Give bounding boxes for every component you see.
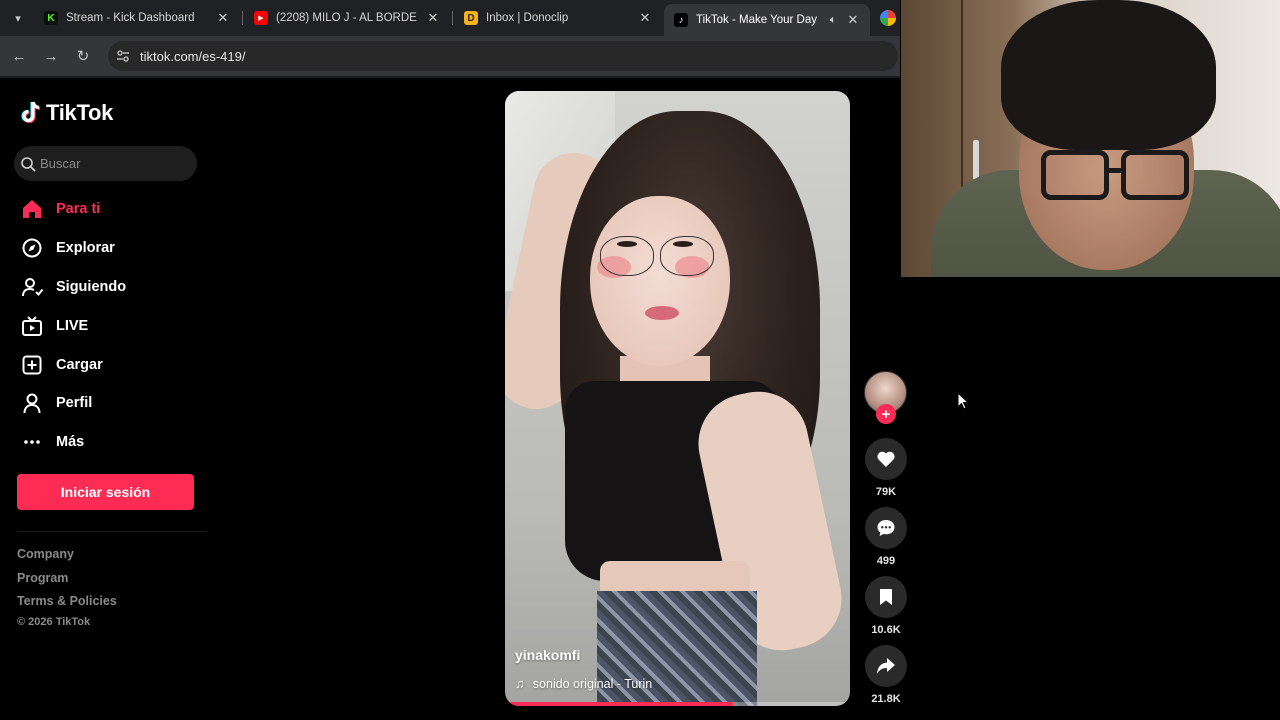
tiktok-logo[interactable]: TikTok bbox=[20, 100, 113, 126]
like-count: 79K bbox=[875, 486, 897, 498]
youtube-favicon-icon: ▶ bbox=[254, 11, 268, 25]
tiktok-wordmark: TikTok bbox=[46, 100, 114, 125]
search-box[interactable] bbox=[14, 146, 197, 181]
share-count: 21.8K bbox=[871, 693, 901, 705]
tab-close-icon[interactable]: ✕ bbox=[638, 10, 652, 26]
home-icon bbox=[20, 197, 44, 221]
heart-icon bbox=[877, 451, 895, 467]
following-icon bbox=[20, 275, 44, 299]
browser-tab-kick[interactable]: K Stream - Kick Dashboard ✕ bbox=[34, 4, 240, 32]
login-button[interactable]: Iniciar sesión bbox=[17, 474, 194, 510]
video-player[interactable]: yinakomfi ♫ sonido original - Turin bbox=[505, 91, 850, 706]
browser-tab-youtube[interactable]: ▶ (2208) MILO J - AL BORDE (Vide ✕ bbox=[244, 4, 450, 32]
url-text: tiktok.com/es-419/ bbox=[140, 48, 246, 64]
copyright-text: © 2026 TikTok bbox=[17, 616, 91, 628]
save-count: 10.6K bbox=[871, 624, 901, 636]
video-music[interactable]: ♫ sonido original - Turin bbox=[515, 676, 652, 691]
comment-count: 499 bbox=[876, 555, 896, 567]
browser-tab-donoclip[interactable]: D Inbox | Donoclip ✕ bbox=[454, 4, 662, 32]
tiktok-note-icon bbox=[21, 101, 41, 124]
back-icon[interactable]: ← bbox=[9, 46, 29, 66]
nav-item-siguiendo[interactable]: Siguiendo bbox=[20, 275, 126, 299]
webcam-glasses-lens bbox=[1121, 150, 1189, 200]
share-arrow-icon bbox=[877, 658, 895, 674]
toolbar-divider bbox=[0, 76, 900, 78]
kick-favicon-icon: K bbox=[44, 11, 58, 25]
google-favicon-icon[interactable] bbox=[880, 10, 896, 26]
comment-icon bbox=[877, 520, 895, 536]
music-note-icon: ♫ bbox=[515, 676, 525, 691]
tiktok-favicon-icon: ♪ bbox=[674, 13, 688, 27]
tab-title: (2208) MILO J - AL BORDE (Vide bbox=[276, 12, 420, 24]
video-progress-bar[interactable] bbox=[505, 702, 850, 706]
nav-label: Siguiendo bbox=[56, 279, 127, 295]
profile-icon bbox=[20, 391, 44, 415]
nav-label: Más bbox=[56, 434, 85, 450]
nav-label: Cargar bbox=[56, 357, 103, 373]
webcam-glasses-lens bbox=[1041, 150, 1109, 200]
sidebar-divider bbox=[17, 531, 207, 532]
tab-title: Inbox | Donoclip bbox=[486, 12, 569, 24]
video-username[interactable]: yinakomfi bbox=[515, 647, 580, 663]
video-figure-face bbox=[590, 196, 730, 366]
nav-label: LIVE bbox=[56, 318, 89, 334]
footer-link-company[interactable]: Company bbox=[17, 547, 74, 561]
follow-plus-icon[interactable]: + bbox=[876, 404, 896, 424]
search-icon bbox=[21, 156, 36, 171]
webcam-glasses-bridge bbox=[1106, 168, 1122, 173]
nav-item-mas[interactable]: Más bbox=[20, 430, 84, 454]
video-figure-lips bbox=[645, 306, 679, 320]
forward-icon[interactable]: → bbox=[41, 46, 61, 66]
reload-icon[interactable]: ↻ bbox=[73, 46, 93, 66]
nav-item-live[interactable]: LIVE bbox=[20, 314, 88, 338]
nav-item-para-ti[interactable]: Para ti bbox=[20, 197, 100, 221]
footer-link-terms[interactable]: Terms & Policies bbox=[17, 594, 117, 608]
tab-audio-icon[interactable]: 🔈︎ bbox=[826, 14, 840, 27]
tab-separator bbox=[242, 11, 243, 25]
tab-close-icon[interactable]: ✕ bbox=[216, 10, 230, 26]
bookmark-icon bbox=[880, 589, 892, 605]
compass-icon bbox=[20, 236, 44, 260]
browser-tab-tiktok[interactable]: ♪ TikTok - Make Your Day 🔈︎ ✕ bbox=[664, 4, 870, 36]
video-figure-glasses bbox=[600, 236, 654, 276]
tab-title: TikTok - Make Your Day bbox=[696, 14, 818, 26]
footer-link-program[interactable]: Program bbox=[17, 571, 68, 585]
video-figure-glasses bbox=[660, 236, 714, 276]
webcam-person-hair bbox=[1001, 0, 1216, 150]
upload-icon bbox=[20, 353, 44, 377]
comment-button[interactable] bbox=[865, 507, 907, 549]
browser-tab-bar: ▾ K Stream - Kick Dashboard ✕ ▶ (2208) M… bbox=[0, 0, 900, 36]
share-button[interactable] bbox=[865, 645, 907, 687]
tab-close-icon[interactable]: ✕ bbox=[426, 10, 440, 26]
save-button[interactable] bbox=[865, 576, 907, 618]
mouse-cursor-icon bbox=[957, 392, 969, 410]
browser-toolbar: ← → ↻ tiktok.com/es-419/ bbox=[0, 36, 900, 76]
tab-separator bbox=[452, 11, 453, 25]
nav-item-cargar[interactable]: Cargar bbox=[20, 353, 103, 377]
like-button[interactable] bbox=[865, 438, 907, 480]
search-input[interactable] bbox=[40, 156, 180, 171]
nav-label: Para ti bbox=[56, 201, 101, 217]
nav-item-explorar[interactable]: Explorar bbox=[20, 236, 115, 260]
music-title: sonido original - Turin bbox=[532, 676, 653, 691]
webcam-door-handle bbox=[973, 140, 979, 180]
address-bar[interactable]: tiktok.com/es-419/ bbox=[108, 41, 898, 71]
video-progress-fill bbox=[505, 702, 733, 706]
nav-label: Explorar bbox=[56, 240, 115, 256]
tab-search-chevron-icon[interactable]: ▾ bbox=[8, 8, 28, 28]
site-settings-icon[interactable] bbox=[116, 49, 130, 63]
webcam-overlay bbox=[901, 0, 1280, 277]
live-tv-icon bbox=[20, 314, 44, 338]
nav-label: Perfil bbox=[56, 395, 93, 411]
nav-item-perfil[interactable]: Perfil bbox=[20, 391, 92, 415]
tab-close-icon[interactable]: ✕ bbox=[846, 12, 860, 28]
donoclip-favicon-icon: D bbox=[464, 11, 478, 25]
more-icon bbox=[20, 430, 44, 454]
tab-title: Stream - Kick Dashboard bbox=[66, 12, 195, 24]
